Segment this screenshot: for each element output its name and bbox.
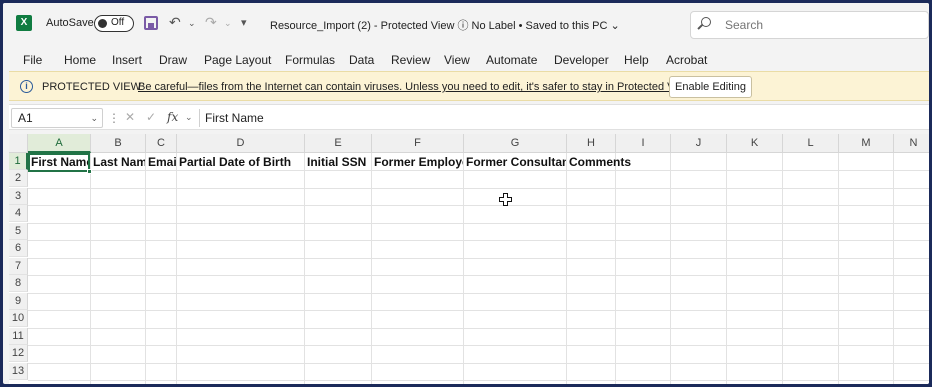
row-header-8[interactable]: 8 bbox=[9, 275, 28, 292]
chevron-down-icon[interactable]: ⌄ bbox=[90, 109, 98, 127]
column-header-b[interactable]: B bbox=[91, 134, 146, 153]
toggle-knob-icon bbox=[98, 19, 107, 28]
gridline bbox=[28, 310, 929, 311]
tab-view[interactable]: View bbox=[444, 53, 470, 67]
more-options-icon[interactable]: ⋮ bbox=[108, 111, 120, 125]
protected-view-bar: i PROTECTED VIEW Be careful—files from t… bbox=[9, 71, 929, 101]
column-header-i[interactable]: I bbox=[616, 134, 671, 153]
tab-acrobat[interactable]: Acrobat bbox=[666, 53, 707, 67]
column-header-e[interactable]: E bbox=[305, 134, 372, 153]
row-header-10[interactable]: 10 bbox=[9, 310, 28, 327]
column-header-n[interactable]: N bbox=[894, 134, 929, 153]
function-dropdown-icon[interactable]: ⌄ bbox=[185, 112, 193, 123]
column-header-a[interactable]: A bbox=[28, 134, 91, 153]
gridline bbox=[28, 205, 929, 206]
gridline bbox=[28, 345, 929, 346]
undo-dropdown-icon[interactable]: ⌄ bbox=[188, 18, 196, 29]
search-input[interactable] bbox=[725, 17, 915, 33]
tab-developer[interactable]: Developer bbox=[554, 53, 609, 67]
excel-window: X AutoSave Off ↶ ⌄ ↷ ⌄ ▾ Resource_Import… bbox=[3, 3, 929, 384]
row-header-2[interactable]: 2 bbox=[9, 170, 28, 187]
gridline bbox=[28, 293, 929, 294]
row-header-12[interactable]: 12 bbox=[9, 345, 28, 362]
row-header-9[interactable]: 9 bbox=[9, 293, 28, 310]
enable-editing-button[interactable]: Enable Editing bbox=[669, 76, 752, 98]
column-header-g[interactable]: G bbox=[464, 134, 567, 153]
gridline bbox=[28, 275, 929, 276]
shield-info-icon: i bbox=[20, 80, 33, 93]
column-header-m[interactable]: M bbox=[839, 134, 894, 153]
gridline bbox=[28, 188, 929, 189]
title-bar: X AutoSave Off ↶ ⌄ ↷ ⌄ ▾ Resource_Import… bbox=[3, 3, 929, 45]
tab-file[interactable]: File bbox=[23, 53, 42, 67]
cell-b1[interactable]: Last Name bbox=[91, 154, 145, 171]
row-header-3[interactable]: 3 bbox=[9, 188, 28, 205]
column-header-k[interactable]: K bbox=[727, 134, 783, 153]
autosave-label: AutoSave bbox=[46, 17, 94, 29]
gridline bbox=[28, 380, 929, 381]
row-header-6[interactable]: 6 bbox=[9, 240, 28, 257]
cell-e1[interactable]: Initial SSN bbox=[305, 154, 371, 171]
row-header-11[interactable]: 11 bbox=[9, 328, 28, 345]
column-header-d[interactable]: D bbox=[177, 134, 305, 153]
autosave-toggle[interactable]: Off bbox=[94, 15, 134, 32]
formula-divider bbox=[199, 109, 200, 127]
row-header-4[interactable]: 4 bbox=[9, 205, 28, 222]
gridline bbox=[28, 363, 929, 364]
cell-f1[interactable]: Former Employee bbox=[372, 154, 463, 171]
tab-page-layout[interactable]: Page Layout bbox=[204, 53, 271, 67]
cell-g1[interactable]: Former Consultant bbox=[464, 154, 566, 171]
name-box-value: A1 bbox=[18, 111, 33, 125]
column-header-j[interactable]: J bbox=[671, 134, 727, 153]
cell-select-cursor-icon bbox=[499, 193, 512, 206]
autosave-state: Off bbox=[111, 17, 125, 28]
search-icon bbox=[701, 17, 711, 27]
tab-automate[interactable]: Automate bbox=[486, 53, 537, 67]
fill-handle[interactable] bbox=[87, 169, 92, 174]
name-box[interactable]: A1 ⌄ bbox=[11, 108, 103, 128]
gridline bbox=[28, 328, 929, 329]
select-all-corner[interactable] bbox=[9, 134, 28, 153]
formula-input[interactable] bbox=[205, 110, 905, 126]
undo-icon[interactable]: ↶ bbox=[169, 14, 181, 31]
customize-toolbar-icon[interactable]: ▾ bbox=[241, 16, 247, 29]
formula-bar: A1 ⌄ ⋮ ✕ ✓ fx ⌄ bbox=[9, 104, 929, 130]
column-header-l[interactable]: L bbox=[783, 134, 839, 153]
column-header-h[interactable]: H bbox=[567, 134, 616, 153]
redo-dropdown-icon[interactable]: ⌄ bbox=[224, 18, 232, 29]
document-title[interactable]: Resource_Import (2) - Protected View ⓘ N… bbox=[270, 17, 620, 33]
insert-function-icon[interactable]: fx bbox=[167, 110, 178, 124]
gridline bbox=[28, 223, 929, 224]
row-header-5[interactable]: 5 bbox=[9, 223, 28, 240]
cell-d1[interactable]: Partial Date of Birth bbox=[177, 154, 304, 171]
protected-view-title: PROTECTED VIEW bbox=[42, 81, 142, 93]
save-icon[interactable] bbox=[144, 16, 158, 30]
protected-view-message[interactable]: Be careful—files from the Internet can c… bbox=[138, 81, 693, 93]
cancel-icon[interactable]: ✕ bbox=[125, 110, 135, 124]
tab-draw[interactable]: Draw bbox=[159, 53, 187, 67]
enter-icon[interactable]: ✓ bbox=[146, 110, 156, 124]
gridline bbox=[28, 258, 929, 259]
tab-home[interactable]: Home bbox=[64, 53, 96, 67]
cell-h1[interactable]: Comments bbox=[567, 154, 657, 171]
column-header-f[interactable]: F bbox=[372, 134, 464, 153]
cell-c1[interactable]: Email bbox=[146, 154, 176, 171]
tab-formulas[interactable]: Formulas bbox=[285, 53, 335, 67]
tab-help[interactable]: Help bbox=[624, 53, 649, 67]
column-header-c[interactable]: C bbox=[146, 134, 177, 153]
tab-insert[interactable]: Insert bbox=[112, 53, 142, 67]
excel-logo-icon: X bbox=[16, 15, 32, 31]
ribbon-tabs: File Home Insert Draw Page Layout Formul… bbox=[3, 45, 929, 73]
active-cell-selection[interactable] bbox=[28, 153, 92, 174]
search-box[interactable] bbox=[690, 11, 929, 39]
row-header-7[interactable]: 7 bbox=[9, 258, 28, 275]
tab-review[interactable]: Review bbox=[391, 53, 430, 67]
tab-data[interactable]: Data bbox=[349, 53, 374, 67]
row-header-1[interactable]: 1 bbox=[9, 153, 28, 170]
gridline bbox=[28, 240, 929, 241]
row-header-13[interactable]: 13 bbox=[9, 363, 28, 380]
redo-icon[interactable]: ↷ bbox=[205, 14, 217, 31]
worksheet-grid[interactable]: A B C D E F G H I J K L M N 1 2 3 4 5 6 … bbox=[9, 134, 929, 384]
